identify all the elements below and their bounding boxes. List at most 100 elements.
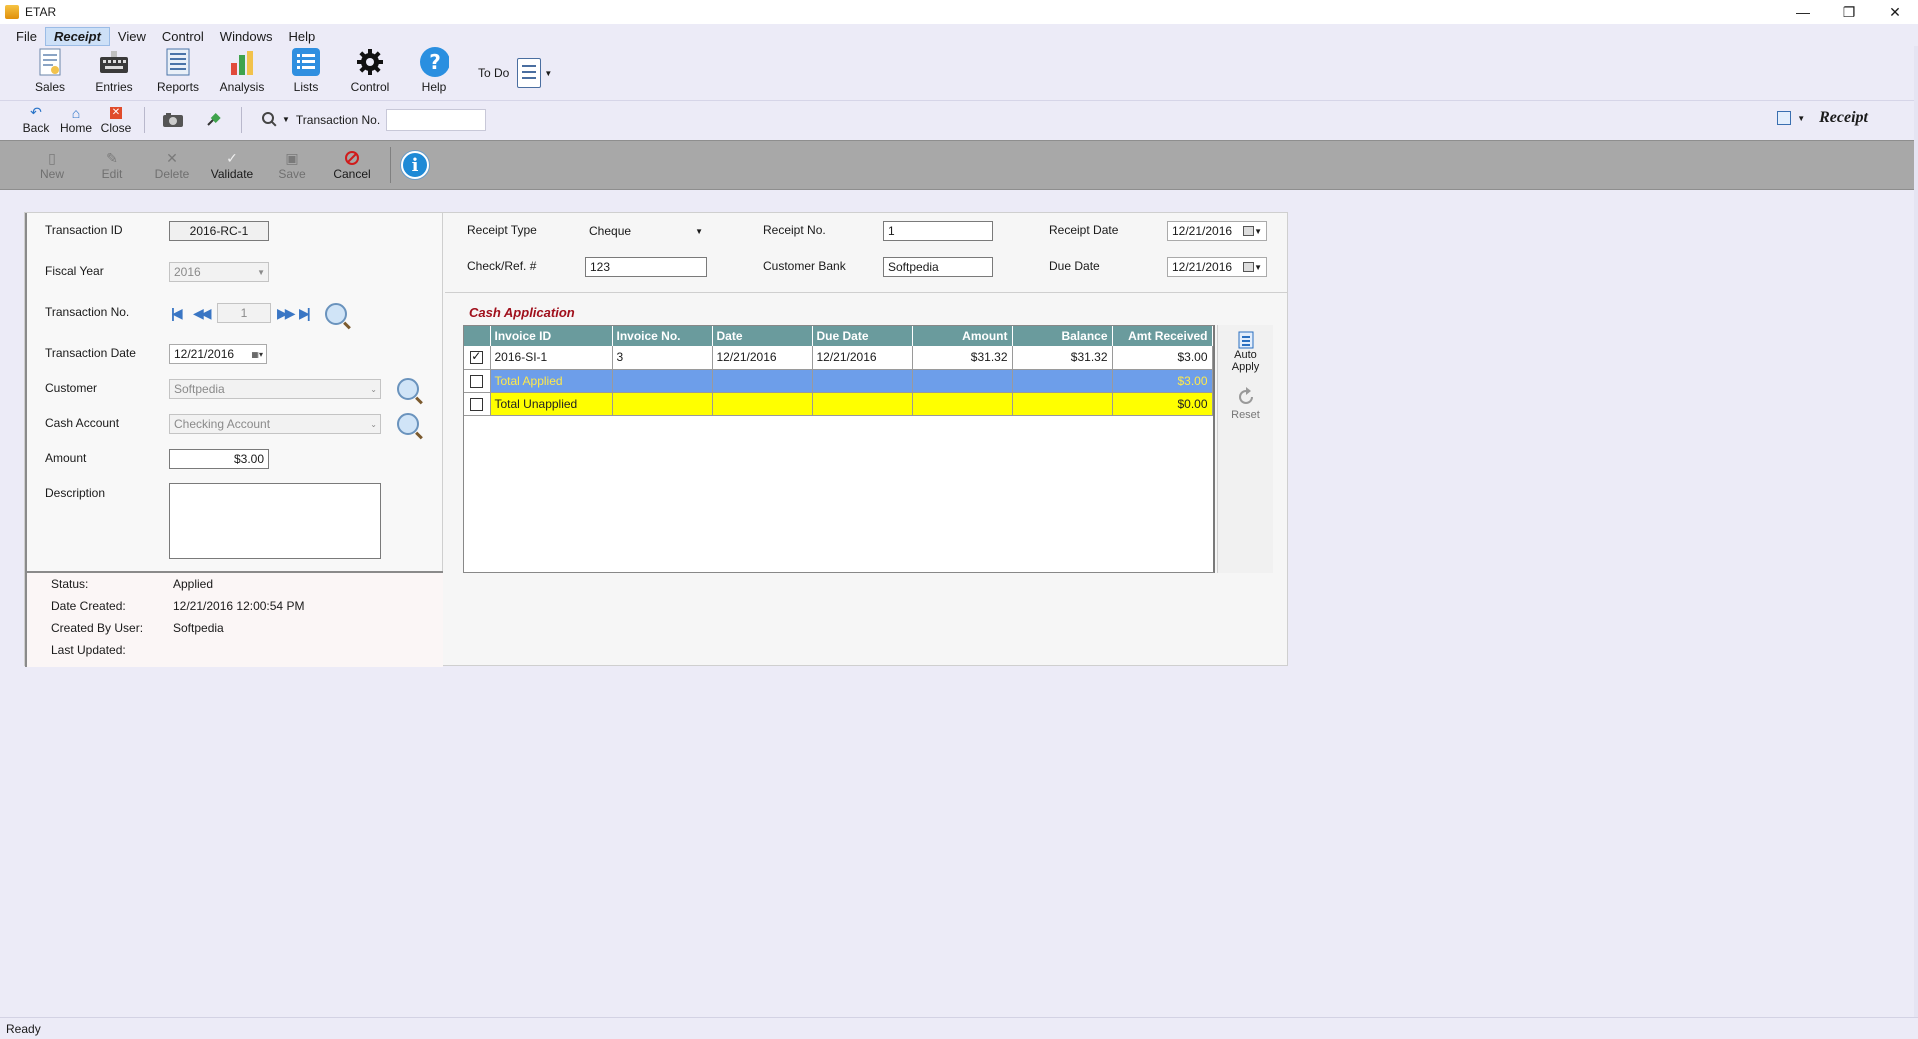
window-list-icon[interactable] [1777,111,1792,125]
close-icon: ✕ [110,106,122,119]
next-record-icon[interactable]: ▶▶ [277,305,295,322]
validate-button[interactable]: ✓ Validate [202,149,262,182]
empty-cell [912,392,1013,416]
customer-select[interactable]: Softpedia ⌄ [169,379,381,399]
transaction-no-search-input[interactable] [386,108,487,131]
ribbon: Sales Entries Reports Analysis Lists Con… [0,46,552,98]
menu-control[interactable]: Control [154,27,212,46]
transaction-search-icon[interactable] [325,303,347,325]
edit-button[interactable]: ✎ Edit [82,149,142,182]
back-arrow-icon: ↶ [30,104,42,120]
chevron-down-icon: ⌄ [370,419,377,429]
empty-cell [712,392,813,416]
auto-apply-button[interactable]: Auto Apply [1218,331,1273,373]
reports-button[interactable]: Reports [146,46,210,94]
save-button[interactable]: ▣ Save [262,149,322,182]
description-textarea[interactable] [169,483,381,559]
back-button[interactable]: ↶ Back [16,104,56,135]
receipt-header: Receipt Type Cheque ▼ Receipt No. 1 Rece… [445,213,1287,293]
info-icon[interactable]: i [401,151,429,179]
window-list-arrow-icon[interactable]: ▼ [1797,114,1805,123]
delete-button[interactable]: ✕ Delete [142,149,202,182]
menu-file[interactable]: File [8,27,45,46]
edit-label: Edit [101,167,123,181]
minimize-button[interactable]: — [1780,0,1826,24]
date-created-value: 12/21/2016 12:00:54 PM [173,599,305,613]
maximize-button[interactable]: ❐ [1826,0,1872,24]
receipt-date-picker[interactable]: 12/21/2016 ▼ [1167,221,1267,241]
last-record-icon[interactable]: ▶| [299,305,311,322]
check-ref-input[interactable]: 123 [585,257,707,277]
lists-button[interactable]: Lists [274,46,338,94]
home-button[interactable]: ⌂ Home [56,105,96,135]
close-window-button[interactable]: ✕ [1872,0,1918,24]
menu-windows[interactable]: Windows [212,27,281,46]
dropdown-arrow-icon[interactable]: ▼ [544,69,552,78]
camera-icon[interactable] [161,110,185,130]
chevron-down-icon: ▼ [257,267,265,277]
vertical-scrollbar[interactable] [1914,46,1918,1017]
customer-search-icon[interactable] [397,378,419,400]
column-due-date[interactable]: Due Date [812,326,913,346]
save-icon: ▣ [285,149,299,166]
previous-record-icon[interactable]: ◀◀ [193,305,211,322]
empty-cell [612,369,713,393]
row-checkbox[interactable] [470,374,484,388]
transaction-date-picker[interactable]: 12/21/2016 ▦▾ [169,344,267,364]
control-button[interactable]: Control [338,46,402,94]
column-date[interactable]: Date [712,326,813,346]
column-amt-received[interactable]: Amt Received [1112,326,1213,346]
cash-application-title: Cash Application [469,305,575,320]
created-by-label: Created By User: [51,621,144,635]
reset-button[interactable]: Reset [1218,385,1273,421]
transaction-no-field[interactable]: 1 [217,303,271,323]
search-icon[interactable] [258,110,282,130]
amt-received-cell[interactable]: $3.00 [1112,346,1213,370]
pin-icon[interactable] [201,110,225,130]
entries-button[interactable]: Entries [82,46,146,94]
todo-list-icon [517,58,542,88]
column-invoice-no[interactable]: Invoice No. [612,326,713,346]
receipt-type-select[interactable]: Cheque ▼ [585,221,707,241]
new-button[interactable]: ▯ New [22,149,82,182]
column-balance[interactable]: Balance [1012,326,1113,346]
row-checkbox[interactable] [470,349,484,365]
cash-account-label: Cash Account [45,416,120,430]
todo-button[interactable]: To Do ▼ [478,58,552,88]
chevron-down-icon: ⌄ [370,384,377,394]
close-button[interactable]: ✕ Close [96,105,136,135]
delete-label: Delete [154,167,190,181]
cancel-button[interactable]: Cancel [322,149,382,181]
customer-value: Softpedia [174,382,225,396]
help-button[interactable]: ? Help [402,46,466,94]
fiscal-year-select[interactable]: 2016 ▼ [169,262,269,282]
table-row[interactable]: 2016-SI-1 3 12/21/2016 12/21/2016 $31.32… [464,346,1213,370]
back-label: Back [22,120,50,135]
menu-view[interactable]: View [110,27,154,46]
analysis-button[interactable]: Analysis [210,46,274,94]
status-bar: Ready [0,1017,1918,1039]
balance-cell: $31.32 [1012,346,1113,370]
cash-account-search-icon[interactable] [397,413,419,435]
customer-bank-input[interactable]: Softpedia [883,257,993,277]
due-date-picker[interactable]: 12/21/2016 ▼ [1167,257,1267,277]
amount-input[interactable]: $3.00 [169,449,269,469]
sales-button[interactable]: Sales [18,46,82,94]
column-select[interactable] [464,326,491,346]
form-title: Receipt [1819,109,1868,126]
search-dropdown-arrow-icon[interactable]: ▼ [282,115,290,124]
cash-account-select[interactable]: Checking Account ⌄ [169,414,381,434]
empty-cell [912,369,1013,393]
receipt-form: Transaction ID 2016-RC-1 Fiscal Year 201… [24,212,1288,667]
menu-help[interactable]: Help [281,27,324,46]
home-label: Home [59,120,92,135]
column-amount[interactable]: Amount [912,326,1013,346]
receipt-no-input[interactable]: 1 [883,221,993,241]
first-record-icon[interactable]: |◀ [171,305,183,322]
total-applied-row: Total Applied $3.00 [464,369,1213,393]
menu-receipt[interactable]: Receipt [44,26,110,46]
description-label: Description [45,486,106,500]
row-checkbox[interactable] [470,397,484,411]
column-invoice-id[interactable]: Invoice ID [490,326,613,346]
close-label: Close [100,120,132,135]
